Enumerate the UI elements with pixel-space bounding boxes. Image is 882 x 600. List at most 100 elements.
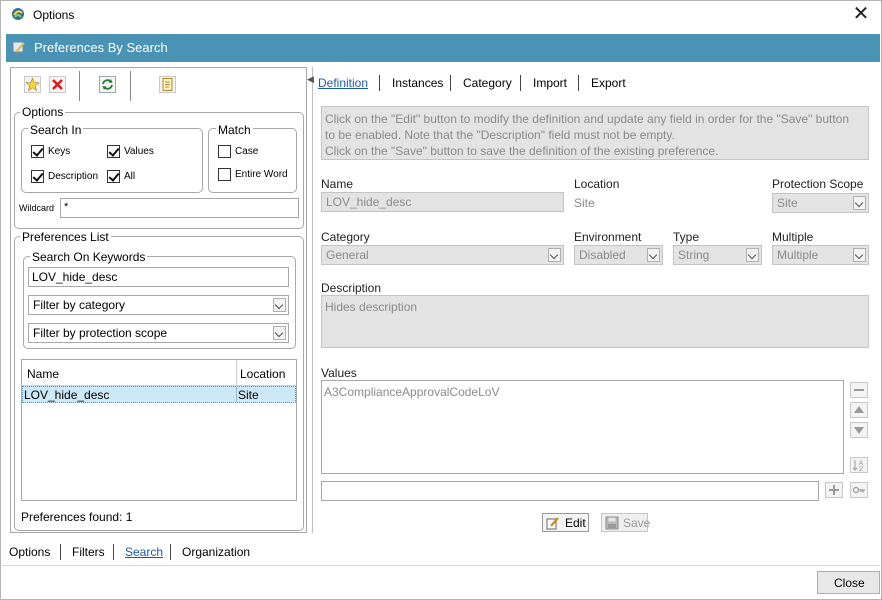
location-label: Location xyxy=(574,177,620,191)
column-divider xyxy=(236,387,237,402)
save-disk-icon xyxy=(605,516,619,530)
close-window-icon[interactable]: ✕ xyxy=(849,3,873,27)
keyword-input[interactable]: LOV_hide_desc xyxy=(28,267,289,287)
category-value: General xyxy=(326,248,369,262)
tab-options[interactable]: Options xyxy=(9,545,50,559)
tab-separator xyxy=(578,75,579,91)
chevron-down-icon[interactable] xyxy=(273,326,286,340)
window-title: Options xyxy=(33,8,75,22)
protection-scope-select[interactable]: Site xyxy=(772,193,869,213)
type-label: Type xyxy=(673,230,700,244)
key-icon xyxy=(852,486,865,494)
scope-filter-select[interactable]: Filter by protection scope xyxy=(28,323,289,343)
environment-select[interactable]: Disabled xyxy=(574,245,663,265)
description-field-label: Description xyxy=(321,281,382,295)
tab-instances[interactable]: Instances xyxy=(392,76,443,90)
info-line: to be enabled. Note that the "Descriptio… xyxy=(325,128,675,142)
app-logo-icon xyxy=(12,8,24,20)
match-legend: Match xyxy=(216,123,253,137)
description-checkbox[interactable] xyxy=(31,170,44,183)
description-field[interactable]: Hides description xyxy=(321,295,869,348)
new-star-icon[interactable] xyxy=(24,76,41,93)
multiple-label: Multiple xyxy=(772,230,814,244)
protection-scope-value: Site xyxy=(777,196,798,210)
move-up-button[interactable] xyxy=(850,402,868,418)
tab-search[interactable]: Search xyxy=(125,545,163,559)
keys-checkbox[interactable] xyxy=(31,145,44,158)
name-value: LOV_hide_desc xyxy=(326,195,412,209)
edit-pencil-icon xyxy=(546,517,559,530)
wildcard-value: * xyxy=(64,201,69,213)
environment-label: Environment xyxy=(574,230,642,244)
tab-filters[interactable]: Filters xyxy=(72,545,105,559)
column-divider xyxy=(236,360,237,386)
delete-x-icon[interactable] xyxy=(49,76,66,93)
multiple-select[interactable]: Multiple xyxy=(772,245,869,265)
edit-button[interactable]: Edit xyxy=(542,513,589,532)
match-group xyxy=(208,128,297,193)
chevron-down-icon[interactable] xyxy=(647,248,660,262)
minus-icon xyxy=(854,389,864,391)
table-row[interactable]: LOV_hide_desc Site xyxy=(22,386,296,403)
type-select[interactable]: String xyxy=(673,245,762,265)
tab-import[interactable]: Import xyxy=(533,76,567,90)
plus-icon xyxy=(829,485,839,495)
category-filter-select[interactable]: Filter by category xyxy=(28,295,289,315)
name-field[interactable]: LOV_hide_desc xyxy=(321,192,564,212)
chevron-down-icon[interactable] xyxy=(746,248,759,262)
tab-category[interactable]: Category xyxy=(463,76,512,90)
chevron-down-icon[interactable] xyxy=(853,196,866,210)
tab-organization[interactable]: Organization xyxy=(182,545,250,559)
wildcard-input[interactable]: * xyxy=(60,198,299,218)
values-checkbox[interactable] xyxy=(107,145,120,158)
edit-label: Edit xyxy=(565,516,586,530)
list-item[interactable]: A3ComplianceApprovalCodeLoV xyxy=(324,385,841,399)
all-checkbox[interactable] xyxy=(107,170,120,183)
pane-splitter[interactable] xyxy=(312,67,313,533)
info-box: Click on the "Edit" button to modify the… xyxy=(321,106,869,160)
entire-word-checkbox[interactable] xyxy=(218,168,231,181)
info-line: Click on the "Save" button to save the d… xyxy=(325,144,719,158)
banner-title: Preferences By Search xyxy=(34,40,168,55)
tab-separator xyxy=(60,544,61,560)
category-filter-value: Filter by category xyxy=(33,298,126,312)
sort-button[interactable]: A Z xyxy=(850,457,868,473)
column-header-location[interactable]: Location xyxy=(240,367,285,381)
title-bar: Options ✕ xyxy=(1,1,881,31)
close-button[interactable]: Close xyxy=(817,571,880,594)
refresh-icon[interactable] xyxy=(99,76,116,93)
add-value-button[interactable] xyxy=(825,482,843,498)
category-select[interactable]: General xyxy=(321,245,564,265)
preferences-icon xyxy=(12,41,25,53)
chevron-down-icon[interactable] xyxy=(273,298,286,312)
splitter-arrow-icon[interactable]: ◀ xyxy=(307,74,314,85)
remove-value-button[interactable] xyxy=(850,382,868,398)
values-field-label: Values xyxy=(321,366,357,380)
multiple-value: Multiple xyxy=(777,248,819,262)
new-value-input[interactable] xyxy=(321,481,819,501)
scope-filter-value: Filter by protection scope xyxy=(33,326,168,340)
save-button[interactable]: Save xyxy=(601,513,651,532)
tab-definition[interactable]: Definition xyxy=(318,76,368,90)
key-button[interactable] xyxy=(850,482,868,498)
arrow-up-icon xyxy=(854,406,864,413)
chevron-down-icon[interactable] xyxy=(548,248,561,262)
move-down-button[interactable] xyxy=(850,422,868,438)
info-line: Click on the "Edit" button to modify the… xyxy=(325,112,850,126)
tab-export[interactable]: Export xyxy=(591,76,626,90)
case-checkbox[interactable] xyxy=(218,145,231,158)
chevron-down-icon[interactable] xyxy=(853,248,866,262)
save-label: Save xyxy=(623,516,651,530)
report-icon[interactable] xyxy=(159,76,176,93)
arrow-down-icon xyxy=(854,427,864,434)
environment-value: Disabled xyxy=(579,248,626,262)
type-value: String xyxy=(678,248,710,262)
tab-separator xyxy=(170,544,171,560)
results-table: Name Location LOV_hide_desc Site xyxy=(21,359,297,501)
all-label: All xyxy=(124,171,136,182)
tab-separator xyxy=(520,75,521,91)
column-header-name[interactable]: Name xyxy=(27,367,59,381)
row-location: Site xyxy=(238,388,259,402)
values-list[interactable]: A3ComplianceApprovalCodeLoV xyxy=(321,380,844,474)
description-label: Description xyxy=(48,171,99,182)
